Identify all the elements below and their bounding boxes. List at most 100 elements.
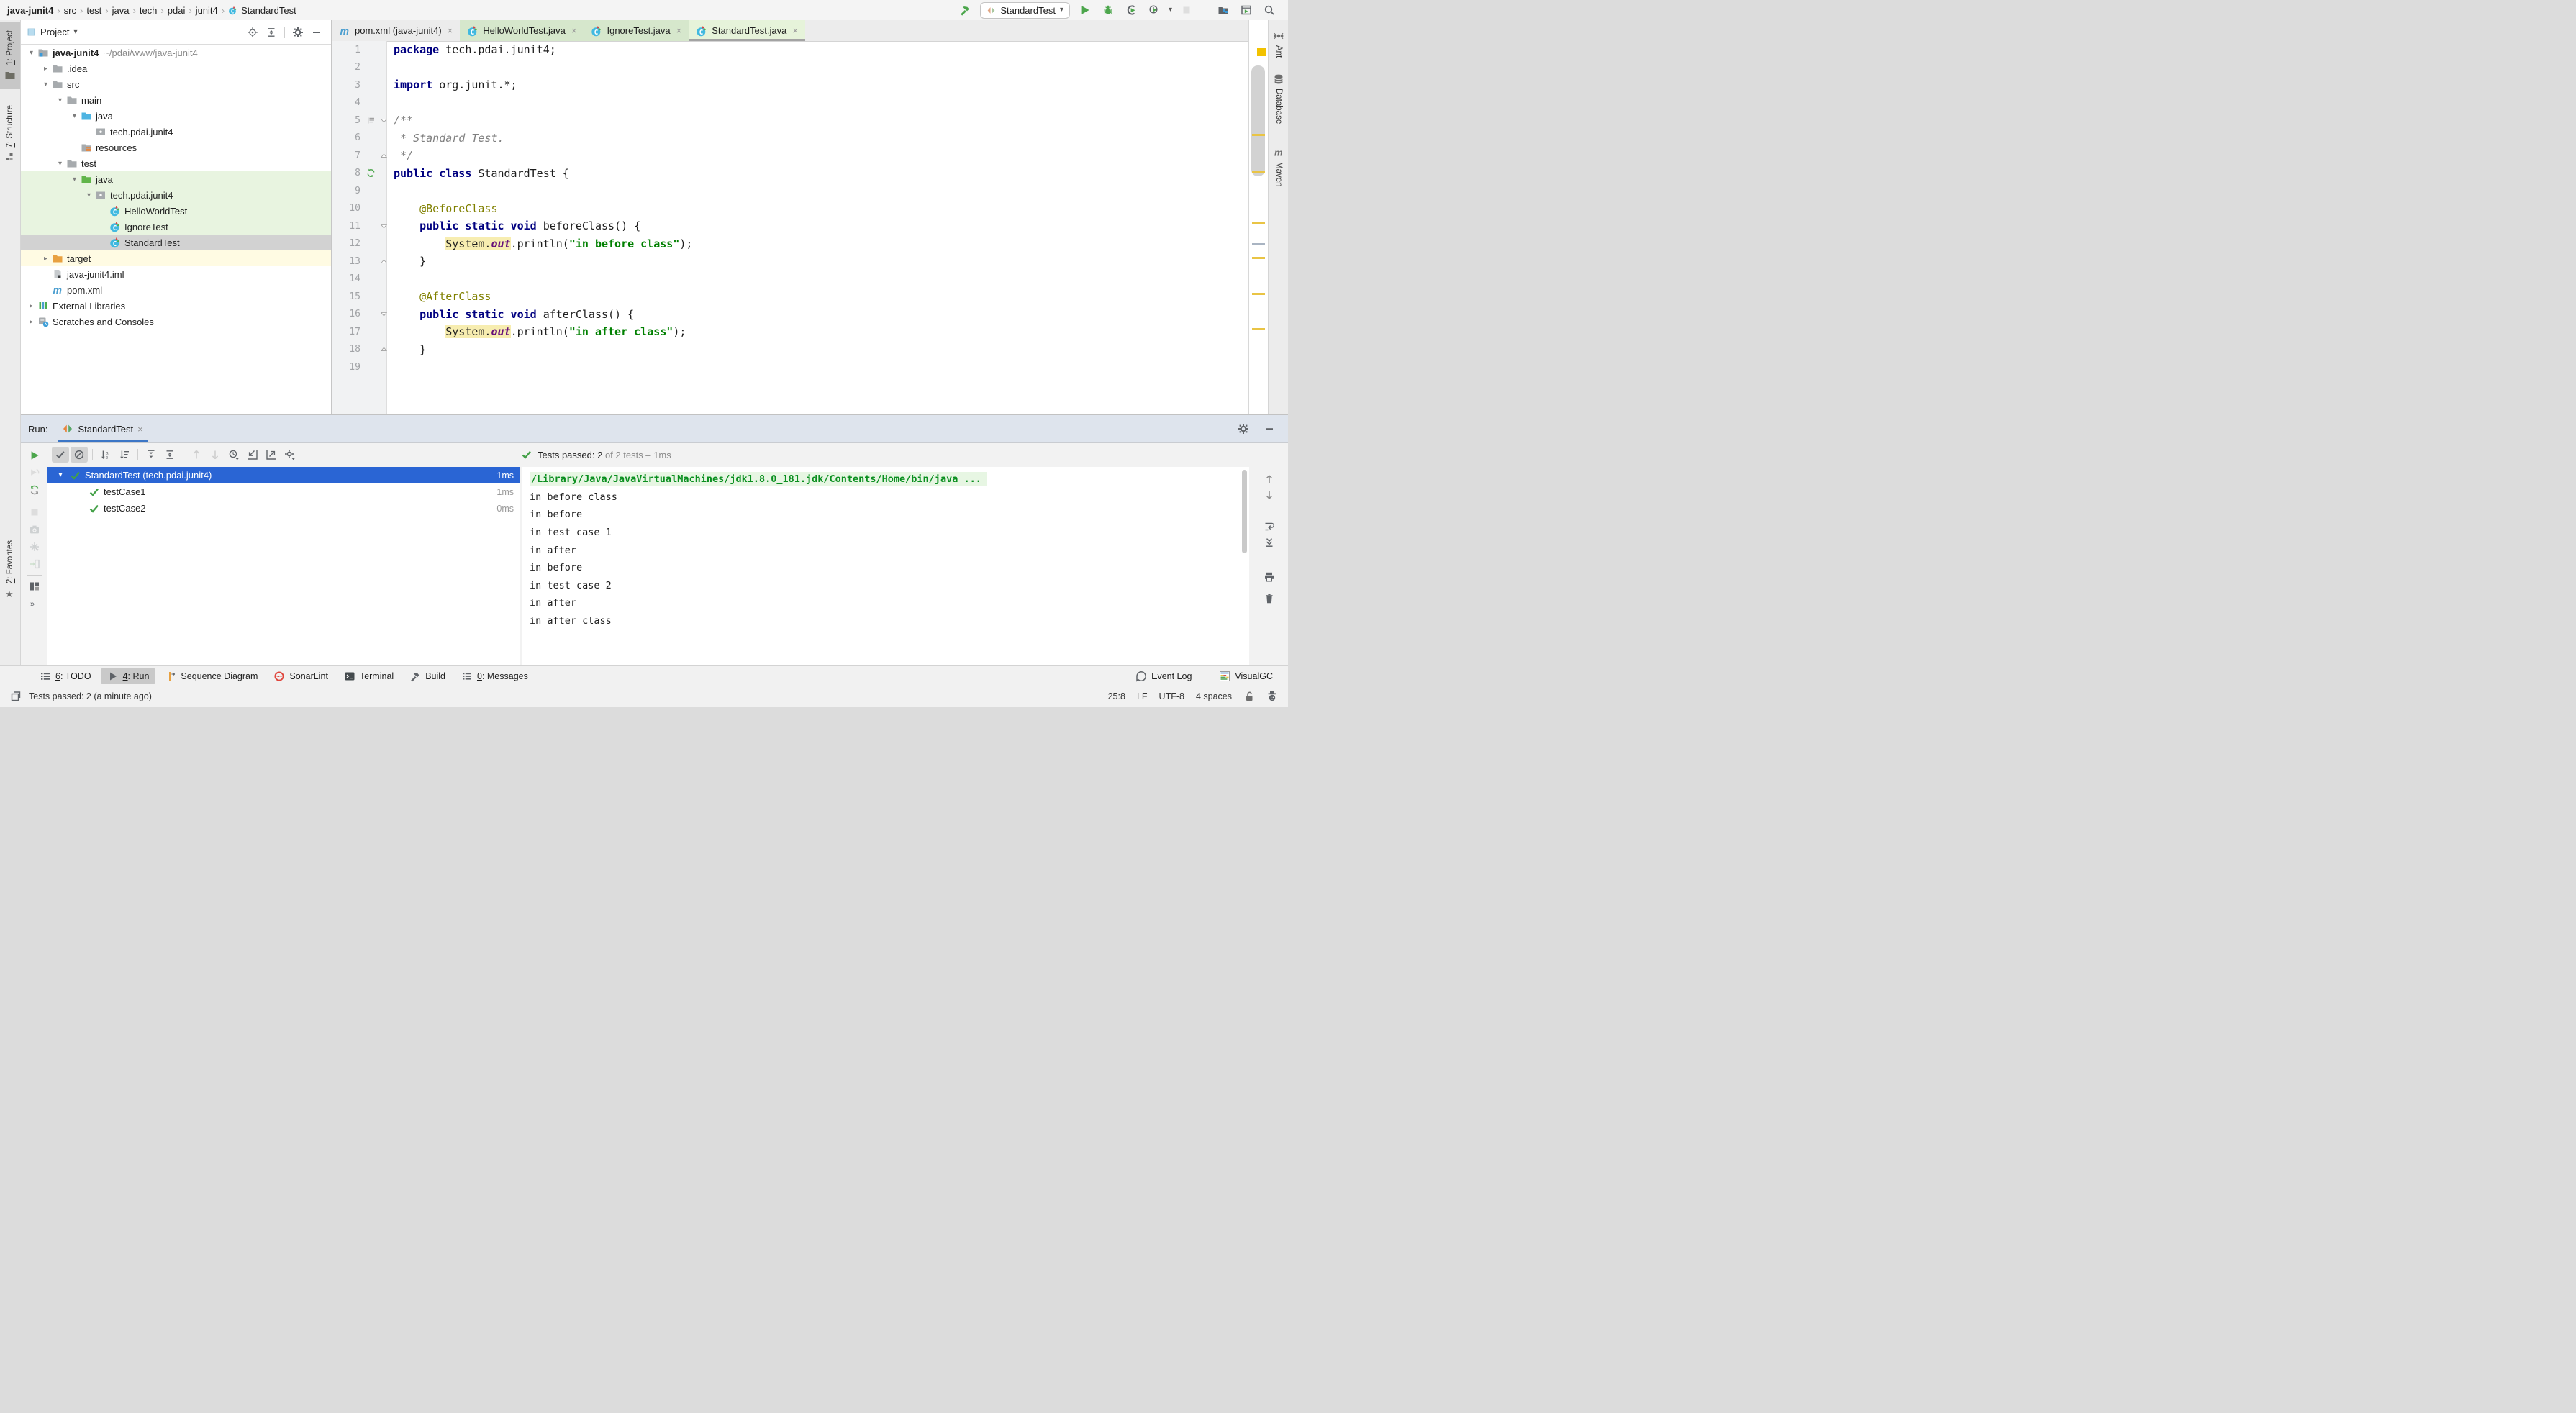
- toolwindow-button-sonarlint[interactable]: SonarLint: [267, 668, 335, 684]
- breadcrumb-item[interactable]: java: [112, 5, 130, 16]
- tree-item-java-junit4-iml[interactable]: java-junit4.iml: [21, 266, 331, 282]
- tree-item-helloworldtest[interactable]: CHelloWorldTest: [21, 203, 331, 219]
- up-stack-button[interactable]: [1261, 471, 1278, 487]
- fold-close-gutter-icon[interactable]: [379, 345, 389, 354]
- expand-all-button[interactable]: [142, 447, 160, 463]
- breadcrumb-item[interactable]: pdai: [168, 5, 186, 16]
- toolwindow-button-4run[interactable]: 4: Run: [101, 668, 156, 684]
- statusbar-button-eventlog[interactable]: Event Log: [1129, 668, 1198, 684]
- debug-button[interactable]: [1099, 2, 1117, 18]
- clear-button[interactable]: [1261, 591, 1278, 606]
- tree-toggle-icon[interactable]: ▾: [68, 112, 81, 120]
- locate-button[interactable]: [244, 24, 261, 40]
- project-title-dropdown[interactable]: Project ▾: [27, 27, 78, 37]
- down-stack-button[interactable]: [1261, 487, 1278, 503]
- tree-item-pom-xml[interactable]: mpom.xml: [21, 282, 331, 298]
- tree-item-ignoretest[interactable]: CIgnoreTest: [21, 219, 331, 235]
- tool-strip-ant[interactable]: Ant: [1269, 30, 1288, 58]
- breadcrumb-item[interactable]: src: [64, 5, 76, 16]
- breadcrumb-item[interactable]: junit4: [196, 5, 218, 16]
- close-icon[interactable]: ×: [571, 25, 577, 36]
- console-scrollbar-thumb[interactable]: [1242, 470, 1247, 553]
- tree-toggle-icon[interactable]: ▾: [25, 49, 37, 57]
- stop-button[interactable]: [1178, 2, 1195, 18]
- caret-position[interactable]: 25:8: [1108, 691, 1125, 701]
- tree-toggle-icon[interactable]: ▸: [40, 255, 52, 263]
- hector-icon[interactable]: [1266, 691, 1278, 702]
- coverage-button[interactable]: [1123, 2, 1140, 18]
- toolwindow-button-sequencediagram[interactable]: Sequence Diagram: [158, 668, 264, 684]
- tool-strip-structure[interactable]: 7: Structure: [0, 96, 20, 171]
- test-row-standardtest[interactable]: ▾ StandardTest (tech.pdai.junit4) 1ms: [47, 467, 520, 483]
- fold-open-gutter-icon[interactable]: [379, 309, 389, 319]
- show-ignored-button[interactable]: [71, 447, 88, 463]
- softwrap-button[interactable]: [1261, 519, 1278, 535]
- tree-item-java[interactable]: ▾ java: [21, 171, 331, 187]
- indent-setting[interactable]: 4 spaces: [1196, 691, 1232, 701]
- run-settings-button[interactable]: [1235, 421, 1252, 437]
- code-editor[interactable]: 1 package tech.pdai.junit4; 2 3 import o…: [332, 41, 1248, 414]
- options-gear-button[interactable]: [281, 447, 299, 463]
- tree-toggle-icon[interactable]: ▸: [25, 318, 37, 326]
- run-tab-standardtest[interactable]: StandardTest ×: [58, 415, 147, 442]
- tree-item-resources[interactable]: resources: [21, 140, 331, 155]
- sort-alpha-button[interactable]: az: [97, 447, 114, 463]
- stop-button[interactable]: [24, 504, 45, 521]
- editor-tab-pom-xml[interactable]: mpom.xml (java-junit4) ×: [332, 20, 460, 41]
- tool-strip-database[interactable]: Database: [1269, 73, 1288, 124]
- sort-duration-button[interactable]: [116, 447, 133, 463]
- toolwindows-icon[interactable]: [10, 691, 22, 702]
- editor-scrollbar-thumb[interactable]: [1251, 65, 1265, 176]
- tree-toggle-icon[interactable]: ▾: [40, 81, 52, 88]
- statusbar-button-visualgc[interactable]: VisualGC: [1212, 668, 1279, 684]
- collapse-all-button[interactable]: [263, 24, 280, 40]
- run-button[interactable]: [1076, 2, 1094, 18]
- lock-open-icon[interactable]: [1243, 691, 1255, 702]
- toolwindow-button-terminal[interactable]: Terminal: [337, 668, 400, 684]
- rerun-failed-button[interactable]: [24, 464, 45, 481]
- tree-item-src[interactable]: ▾ src: [21, 76, 331, 92]
- tree-item-target[interactable]: ▸ target: [21, 250, 331, 266]
- editor-tab-ignoretest-java[interactable]: CIgnoreTest.java ×: [584, 20, 689, 41]
- breadcrumb-item[interactable]: test: [86, 5, 101, 16]
- tool-strip-favorites[interactable]: 2: Favorites★: [0, 540, 20, 600]
- export-tests-button[interactable]: [263, 447, 280, 463]
- tree-item--idea[interactable]: ▸ .idea: [21, 60, 331, 76]
- print-button[interactable]: [1261, 569, 1278, 585]
- toolwindow-button-0messages[interactable]: 0: Messages: [455, 668, 535, 684]
- hide-button[interactable]: [308, 24, 325, 40]
- breadcrumb-item[interactable]: java-junit4: [7, 5, 53, 16]
- close-icon[interactable]: ×: [448, 25, 453, 36]
- run-console[interactable]: /Library/Java/JavaVirtualMachines/jdk1.8…: [522, 467, 1249, 667]
- fold-close-gutter-icon[interactable]: [379, 257, 389, 266]
- tree-item-java[interactable]: ▾ java: [21, 108, 331, 124]
- build-hammer-button[interactable]: [956, 2, 974, 18]
- rerun-button[interactable]: [24, 447, 45, 464]
- dump-threads-button[interactable]: [24, 521, 45, 538]
- run-config-select[interactable]: StandardTest ▾: [980, 2, 1070, 19]
- tool-strip-maven[interactable]: m Maven: [1269, 147, 1288, 187]
- more-button[interactable]: »: [24, 595, 45, 612]
- tree-toggle-icon[interactable]: ▸: [40, 65, 52, 73]
- next-occurrence-button[interactable]: [207, 447, 224, 463]
- tree-item-test[interactable]: ▾ test: [21, 155, 331, 171]
- fold-close-gutter-icon[interactable]: [379, 151, 389, 160]
- editor-tab-standardtest-java[interactable]: CStandardTest.java ×: [689, 20, 805, 41]
- run-class-gutter-button[interactable]: [364, 167, 377, 180]
- prev-occurrence-button[interactable]: [188, 447, 205, 463]
- gear-button[interactable]: [289, 24, 307, 40]
- close-icon[interactable]: ×: [676, 25, 682, 36]
- import-door-button[interactable]: [24, 555, 45, 573]
- breadcrumb-item[interactable]: tech: [140, 5, 158, 16]
- tree-item-tech-pdai-junit4[interactable]: ▾ tech.pdai.junit4: [21, 187, 331, 203]
- tree-item-external-libraries[interactable]: ▸ External Libraries: [21, 298, 331, 314]
- tree-item-standardtest[interactable]: CStandardTest: [21, 235, 331, 250]
- tree-toggle-icon[interactable]: ▾: [68, 176, 81, 183]
- tool-strip-project[interactable]: 1: Project: [0, 22, 20, 89]
- tree-item-main[interactable]: ▾ main: [21, 92, 331, 108]
- restore-layout-button[interactable]: [24, 578, 45, 595]
- toolwindow-button-build[interactable]: Build: [403, 668, 452, 684]
- tree-item-tech-pdai-junit4[interactable]: tech.pdai.junit4: [21, 124, 331, 140]
- fold-open-gutter-icon[interactable]: [379, 116, 389, 125]
- editor-tab-helloworldtest-java[interactable]: CHelloWorldTest.java ×: [460, 20, 584, 41]
